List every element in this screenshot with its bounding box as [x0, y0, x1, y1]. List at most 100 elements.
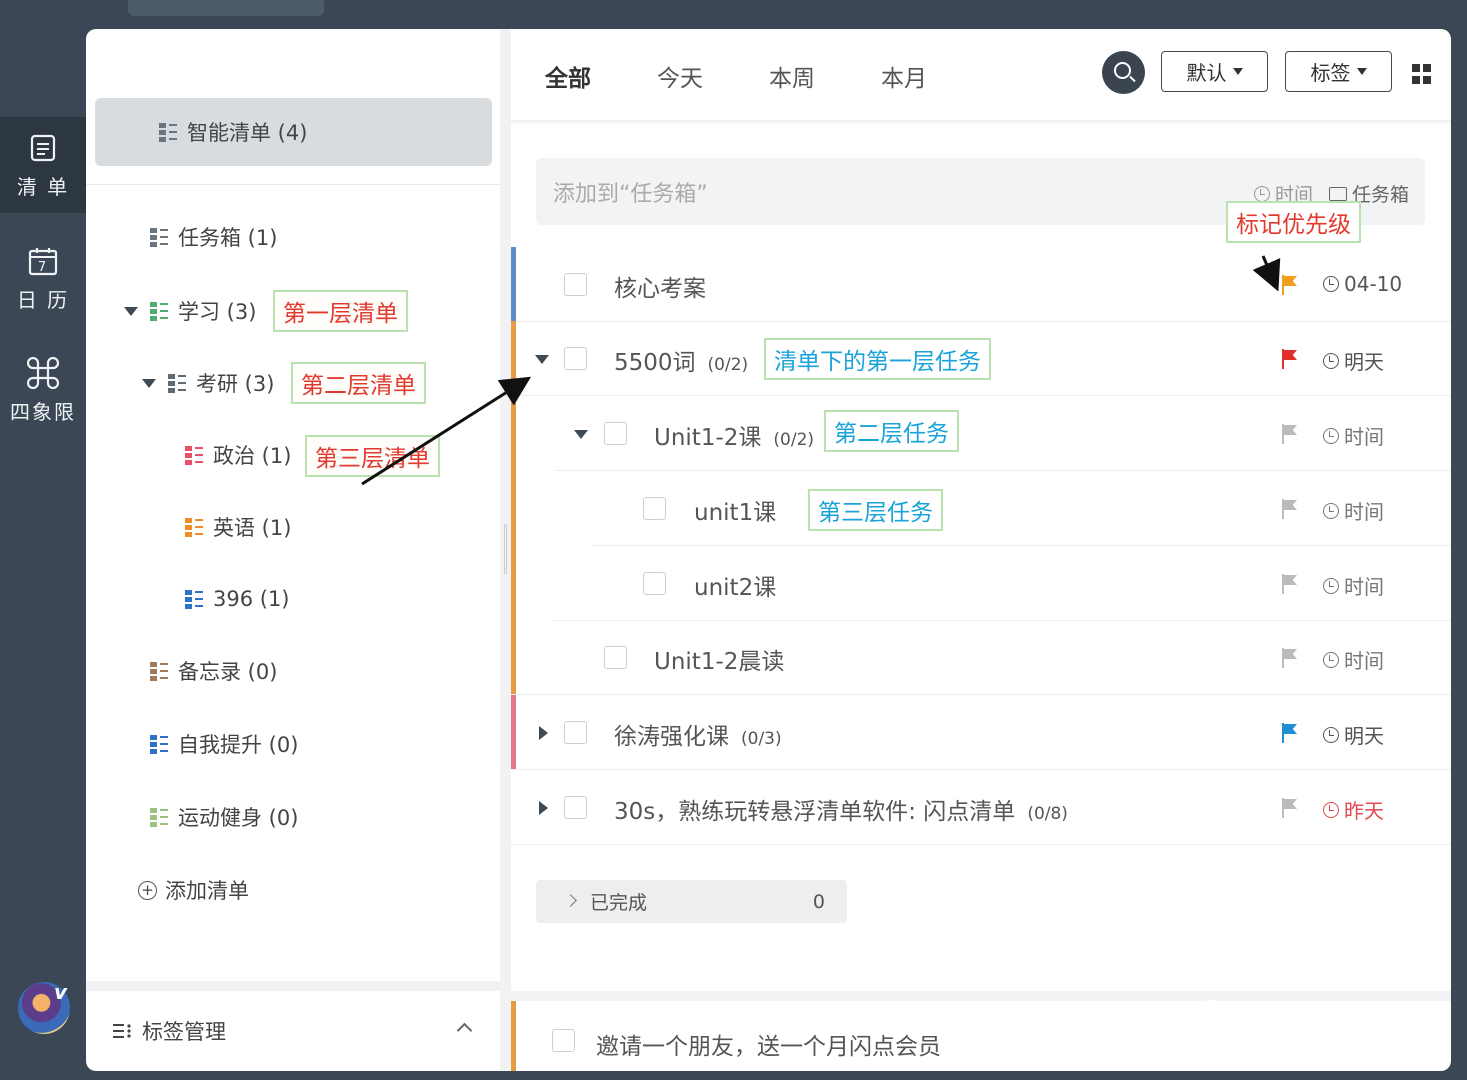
tag-manager-section[interactable]: 标签管理 [86, 981, 500, 1071]
task-panel: 全部 今天 本周 本月 默认 标签 添加到“任务箱” 时间 任务箱 核心考案 04… [511, 29, 1451, 1071]
sidebar-list-item[interactable]: 运动健身 (0) [150, 797, 298, 837]
task-row[interactable]: 核心考案 04-10 [511, 247, 1451, 322]
tab-today[interactable]: 今天 [657, 59, 703, 93]
collapse-caret-icon[interactable] [535, 355, 549, 364]
task-color-bar [511, 546, 516, 621]
priority-flag-icon[interactable] [1281, 723, 1297, 743]
list-icon [185, 589, 205, 609]
chevron-up-icon[interactable] [456, 1022, 473, 1039]
task-checkbox[interactable] [564, 273, 587, 296]
priority-flag-icon[interactable] [1281, 349, 1297, 369]
tab-week[interactable]: 本周 [769, 59, 815, 93]
smart-list-label: 智能清单 (4) [187, 121, 308, 145]
sidebar-list-item[interactable]: 自我提升 (0) [150, 724, 298, 764]
task-due-date[interactable]: 时间 [1323, 496, 1384, 525]
sort-dropdown[interactable]: 默认 [1161, 51, 1268, 92]
expand-caret-icon[interactable] [539, 801, 548, 815]
task-title: 核心考案 [614, 276, 706, 302]
task-checkbox[interactable] [604, 422, 627, 445]
task-color-bar [511, 471, 516, 546]
task-checkbox[interactable] [604, 646, 627, 669]
task-due-date[interactable]: 明天 [1323, 720, 1384, 749]
tab-month[interactable]: 本月 [881, 59, 927, 93]
priority-flag-icon[interactable] [1281, 574, 1297, 594]
task-title: unit1课 [694, 500, 777, 526]
task-row[interactable]: unit2课 时间 [511, 546, 1451, 621]
task-due-label: 时间 [1344, 500, 1384, 524]
task-checkbox[interactable] [564, 347, 587, 370]
task-subtask-count: (0/8) [1027, 804, 1068, 824]
task-row[interactable]: unit1课 时间 [511, 471, 1451, 546]
task-checkbox[interactable] [552, 1029, 575, 1052]
task-due-date[interactable]: 时间 [1323, 571, 1384, 600]
tag-dropdown-label: 标签 [1310, 61, 1351, 85]
task-checkbox[interactable] [643, 497, 666, 520]
priority-flag-icon[interactable] [1281, 648, 1297, 668]
sidebar-list-label: 英语 (1) [213, 516, 292, 540]
completed-section[interactable]: 已完成 0 [536, 880, 847, 923]
task-due-date[interactable]: 04-10 [1323, 272, 1402, 296]
task-due-date[interactable]: 时间 [1323, 421, 1384, 450]
clock-icon [1323, 577, 1339, 594]
completed-count: 0 [812, 890, 825, 913]
splitter-grip[interactable] [504, 524, 507, 574]
grid-view-icon[interactable] [1412, 64, 1432, 84]
sidebar-list-item[interactable]: 考研 (3) [168, 363, 274, 403]
collapse-caret-icon[interactable] [142, 379, 156, 388]
task-row[interactable]: Unit1-2课 (0/2) 时间 [511, 396, 1451, 471]
collapse-caret-icon[interactable] [574, 430, 588, 439]
sidebar-list-label: 政治 (1) [213, 444, 292, 468]
sidebar-list-item[interactable]: 英语 (1) [185, 507, 291, 547]
rail-item-quadrant[interactable]: 四象限 [0, 342, 86, 438]
filter-toolbar: 全部 今天 本周 本月 默认 标签 [511, 29, 1451, 121]
annotation-task-level3: 第三层任务 [808, 489, 943, 531]
priority-flag-icon[interactable] [1281, 499, 1297, 519]
list-icon [150, 661, 170, 681]
completed-label: 已完成 [590, 892, 648, 914]
add-circle-icon: + [138, 880, 157, 900]
add-list-button[interactable]: + 添加清单 [138, 875, 249, 905]
task-title: 30s，熟练玩转悬浮清单软件: 闪点清单 [614, 799, 1016, 825]
task-due-date[interactable]: 昨天 [1323, 795, 1384, 824]
tag-dropdown[interactable]: 标签 [1285, 51, 1392, 92]
add-task-placeholder: 添加到“任务箱” [553, 181, 708, 207]
task-checkbox[interactable] [564, 721, 587, 744]
tab-all[interactable]: 全部 [545, 59, 591, 93]
rail-item-label: 日 历 [16, 287, 70, 312]
task-checkbox[interactable] [564, 796, 587, 819]
expand-caret-icon[interactable] [539, 726, 548, 740]
sidebar-list-item[interactable]: 备忘录 (0) [150, 651, 277, 691]
list-icon [150, 227, 170, 247]
sidebar-list-item[interactable]: 学习 (3) [150, 291, 256, 331]
sidebar-list-item[interactable]: 政治 (1) [185, 435, 291, 475]
list-icon [168, 373, 188, 393]
smart-list-item[interactable]: 智能清单 (4) [95, 98, 492, 166]
sidebar-list-item[interactable]: 396 (1) [185, 579, 290, 619]
sidebar-list-item[interactable]: 任务箱 (1) [150, 217, 277, 257]
clock-icon [1323, 726, 1339, 743]
divider [86, 184, 500, 185]
annotation-level3-list: 第三层清单 [305, 435, 440, 477]
rail-item-lists[interactable]: 清 单 [0, 117, 86, 213]
calendar-icon: 7 [28, 244, 58, 278]
task-row[interactable]: 徐涛强化课 (0/3) 明天 [511, 695, 1451, 770]
task-color-bar [511, 695, 516, 770]
task-checkbox[interactable] [643, 572, 666, 595]
task-subtask-count: (0/2) [773, 430, 815, 450]
collapse-caret-icon[interactable] [124, 307, 138, 316]
priority-flag-icon[interactable] [1281, 424, 1297, 444]
priority-flag-icon[interactable] [1281, 798, 1297, 818]
task-title: 徐涛强化课 [614, 724, 729, 750]
task-due-label: 时间 [1344, 425, 1384, 449]
task-due-date[interactable]: 时间 [1323, 645, 1384, 674]
task-color-bar [511, 620, 516, 695]
app-rail: 清 单 7 日 历 四象限 v [0, 0, 324, 1080]
task-title: Unit1-2课 [654, 425, 762, 451]
search-button[interactable] [1102, 51, 1145, 94]
task-due-label: 04-10 [1344, 272, 1403, 296]
task-row[interactable]: 30s，熟练玩转悬浮清单软件: 闪点清单 (0/8) 昨天 [511, 770, 1451, 845]
priority-flag-icon[interactable] [1281, 275, 1297, 295]
task-row[interactable]: Unit1-2晨读 时间 [511, 620, 1451, 695]
task-due-date[interactable]: 明天 [1323, 346, 1384, 375]
rail-item-calendar[interactable]: 7 日 历 [0, 230, 86, 326]
